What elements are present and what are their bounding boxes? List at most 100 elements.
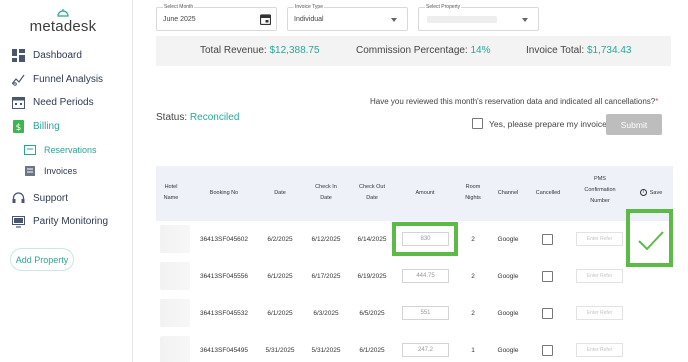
sidebar: metadesk Dashboard Funnel Analysis Need … xyxy=(0,0,133,362)
amount-input[interactable]: 551 xyxy=(402,306,449,320)
channel-cell: Google xyxy=(497,310,519,317)
check-in-cell: 6/17/2025 xyxy=(311,273,341,280)
pms-confirmation-input[interactable]: Enter Refer xyxy=(576,269,623,283)
reservations-icon xyxy=(24,145,36,155)
header-date: Date xyxy=(274,190,286,196)
cancelled-checkbox[interactable] xyxy=(542,234,553,245)
invoice-total-value: $1,734.43 xyxy=(586,45,632,56)
booking-no-cell: 36413SF045556 xyxy=(199,273,249,280)
header-room-nights: Room Nights xyxy=(458,182,488,204)
pms-confirmation-input[interactable]: Enter Refer xyxy=(576,232,623,246)
cancelled-checkbox[interactable] xyxy=(542,271,553,282)
sidebar-item-invoices[interactable]: Invoices xyxy=(24,166,77,176)
check-in-cell: 5/31/2025 xyxy=(311,347,341,354)
check-out-cell: 6/1/2025 xyxy=(359,347,385,354)
header-room-nights-line2: Nights xyxy=(465,195,481,201)
header-hotel-line1: Hotel xyxy=(164,184,178,190)
header-cancelled: Cancelled xyxy=(535,190,561,196)
cancelled-checkbox[interactable] xyxy=(542,345,553,356)
header-check-out-line2: Date xyxy=(366,195,378,201)
date-cell: 6/1/2025 xyxy=(267,310,293,317)
amount-input[interactable]: 247.2 xyxy=(402,343,449,357)
status-label: Status: xyxy=(156,112,188,123)
header-amount: Amount xyxy=(415,190,435,196)
commission-label: Commission Percentage: xyxy=(356,45,468,56)
header-check-out-line1: Check Out xyxy=(359,184,385,190)
save-highlight-box xyxy=(626,209,673,267)
required-mark: * xyxy=(655,97,659,106)
header-save-label: Save xyxy=(649,190,663,196)
header-check-out: Check Out Date xyxy=(350,182,394,204)
channel-cell: Google xyxy=(497,236,519,243)
check-in-cell: 6/12/2025 xyxy=(311,236,341,243)
room-nights-cell: 2 xyxy=(471,310,475,317)
billing-icon: $ xyxy=(13,120,24,133)
submit-button[interactable]: Submit xyxy=(606,114,662,135)
sidebar-item-label: Need Periods xyxy=(33,97,94,108)
commission-percentage: Commission Percentage: 14% xyxy=(356,45,491,56)
confirm-label: Yes, please prepare my invoice xyxy=(489,118,607,129)
total-revenue: Total Revenue: $12,388.75 xyxy=(200,45,320,56)
sidebar-item-billing[interactable]: $ Billing xyxy=(12,120,60,133)
date-cell: 6/2/2025 xyxy=(267,236,293,243)
cancelled-checkbox[interactable] xyxy=(542,308,553,319)
add-property-button[interactable]: Add Property xyxy=(10,248,74,271)
table-row: 36413SF045532 6/1/2025 6/3/2025 6/5/2025… xyxy=(156,295,673,332)
check-out-cell: 6/19/2025 xyxy=(357,273,387,280)
sidebar-item-label: Funnel Analysis xyxy=(33,74,104,85)
date-cell: 6/1/2025 xyxy=(267,273,293,280)
sidebar-item-need-periods[interactable]: Need Periods xyxy=(12,96,94,109)
total-revenue-label: Total Revenue: xyxy=(200,45,267,56)
funnel-analysis-icon xyxy=(12,74,25,86)
property-select-value xyxy=(427,16,497,23)
bell-logo-icon xyxy=(57,9,69,17)
month-select[interactable]: Select Month June 2025 xyxy=(156,4,277,31)
header-check-in-line2: Date xyxy=(320,195,332,201)
pms-confirmation-input[interactable]: Enter Refer xyxy=(576,343,623,357)
pms-confirmation-input[interactable]: Enter Refer xyxy=(576,306,623,320)
sidebar-item-label: Support xyxy=(33,193,69,204)
status-value: Reconciled xyxy=(189,112,240,123)
sidebar-item-label: Parity Monitoring xyxy=(33,216,109,227)
app: metadesk Dashboard Funnel Analysis Need … xyxy=(0,0,688,362)
sidebar-item-parity-monitoring[interactable]: Parity Monitoring xyxy=(12,215,108,228)
header-booking-no: Booking No xyxy=(209,190,239,196)
amount-highlight-box xyxy=(392,222,458,256)
header-pms-line3: Number xyxy=(590,198,610,204)
property-select[interactable]: Select Property xyxy=(418,4,539,31)
total-revenue-value: $12,388.75 xyxy=(269,45,320,56)
invoice-type-select[interactable]: Invoice Type Individual xyxy=(287,4,408,31)
summary-bar: Total Revenue: $12,388.75 Commission Per… xyxy=(156,36,671,66)
channel-cell: Google xyxy=(497,273,519,280)
sidebar-item-funnel-analysis[interactable]: Funnel Analysis xyxy=(12,73,103,86)
check-out-cell: 6/14/2025 xyxy=(357,236,387,243)
header-save: i Save xyxy=(634,188,668,199)
brand-logo[interactable]: metadesk xyxy=(28,8,98,36)
room-nights-cell: 2 xyxy=(471,236,475,243)
review-question: Have you reviewed this month's reservati… xyxy=(370,97,658,106)
calendar-picker-icon[interactable] xyxy=(260,14,271,25)
month-select-label: Select Month xyxy=(163,4,195,10)
header-pms-line1: PMS xyxy=(594,176,606,182)
booking-no-cell: 36413SF045602 xyxy=(199,236,249,243)
channel-cell: Google xyxy=(497,347,519,354)
property-select-label: Select Property xyxy=(425,4,462,10)
hotel-name-cell xyxy=(160,299,190,327)
booking-no-cell: 36413SF045495 xyxy=(199,347,249,354)
sidebar-item-label: Billing xyxy=(33,121,60,132)
sidebar-item-dashboard[interactable]: Dashboard xyxy=(12,49,82,62)
amount-input[interactable]: 444.75 xyxy=(402,269,449,283)
svg-text:$: $ xyxy=(16,123,22,133)
confirm-checkbox[interactable] xyxy=(472,118,483,129)
check-in-cell: 6/3/2025 xyxy=(313,310,339,317)
sidebar-item-reservations[interactable]: Reservations xyxy=(24,145,97,155)
info-icon[interactable]: i xyxy=(639,189,647,197)
sidebar-item-support[interactable]: Support xyxy=(12,192,68,205)
booking-no-cell: 36413SF045532 xyxy=(199,310,249,317)
table-row: 36413SF045495 5/31/2025 5/31/2025 6/1/20… xyxy=(156,332,673,362)
table-header: Hotel Name Booking No Date Check In Date… xyxy=(156,166,673,221)
header-hotel-name: Hotel Name xyxy=(160,182,182,204)
chevron-down-icon xyxy=(522,18,528,22)
table-row: 36413SF045556 6/1/2025 6/17/2025 6/19/20… xyxy=(156,258,673,295)
invoice-total: Invoice Total: $1,734.43 xyxy=(526,45,631,56)
